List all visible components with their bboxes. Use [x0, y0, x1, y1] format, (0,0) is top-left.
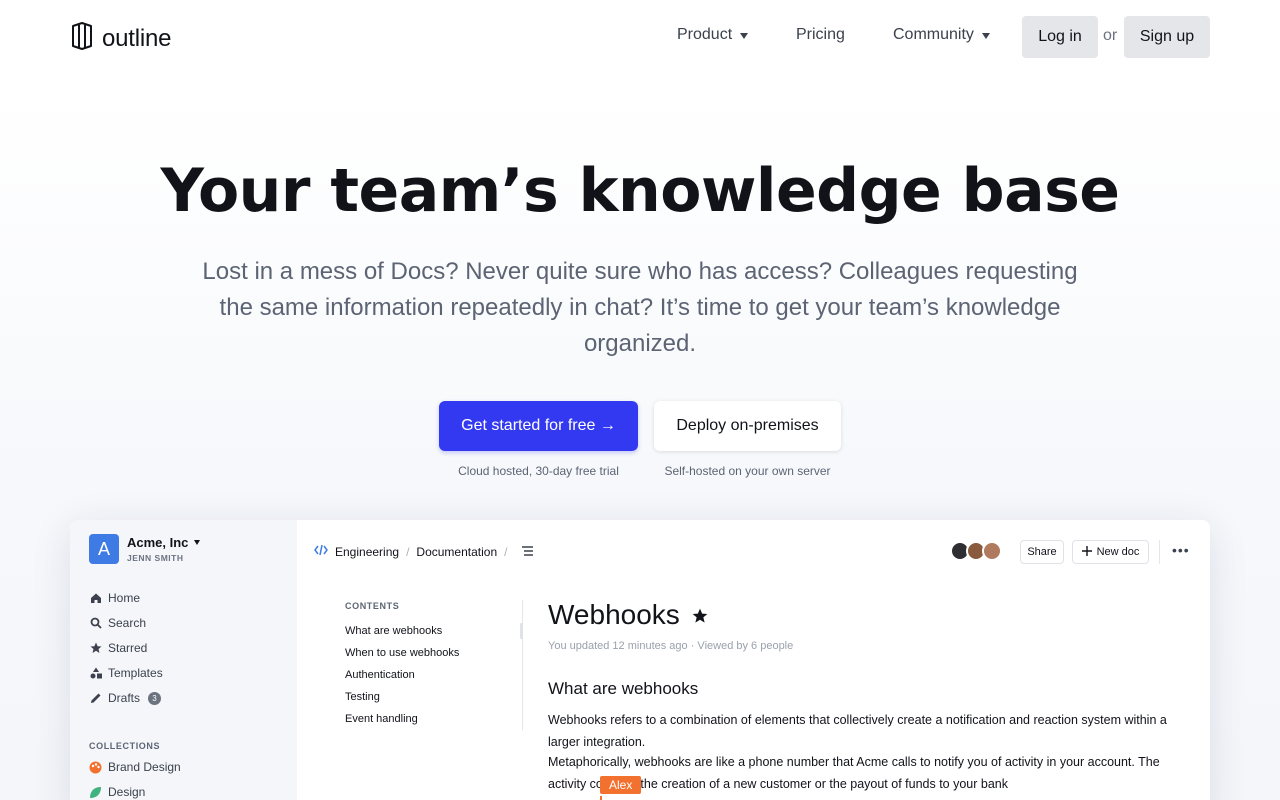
sidebar-item-starred[interactable]: Starred [89, 641, 147, 655]
star-icon[interactable] [692, 599, 708, 631]
toc-item[interactable]: What are webhooks [345, 625, 442, 637]
nav-product-label: Product [677, 26, 733, 43]
sidebar-item-search[interactable]: Search [89, 616, 146, 630]
nav-or-text: or [1103, 27, 1118, 44]
sidebar-item-design[interactable]: Design [89, 785, 145, 799]
toc-item[interactable]: Event handling [345, 713, 418, 725]
toc-item[interactable]: When to use webhooks [345, 647, 459, 659]
logo-text: outline [102, 24, 172, 52]
nav-pricing-label: Pricing [796, 26, 845, 43]
sidebar-item-home[interactable]: Home [89, 591, 140, 605]
sidebar: A Acme, Inc JENN SMITH Home Search Starr… [70, 520, 297, 800]
sidebar-item-label: Templates [108, 666, 163, 680]
cta-primary-note: Cloud hosted, 30-day free trial [458, 464, 619, 478]
doc-title[interactable]: Webhooks [548, 599, 680, 631]
signup-button[interactable]: Sign up [1124, 16, 1210, 58]
team-name: Acme, Inc [127, 535, 189, 550]
chevron-down-icon [740, 33, 749, 39]
sidebar-item-label: Design [108, 785, 146, 799]
share-button[interactable]: Share [1020, 540, 1064, 564]
team-name-row: Acme, Inc [127, 535, 201, 550]
collections-heading: COLLECTIONS [89, 741, 161, 751]
sidebar-item-label: Drafts [108, 691, 141, 705]
deploy-on-premises-button[interactable]: Deploy on-premises [654, 401, 841, 451]
sidebar-item-drafts[interactable]: Drafts 3 [89, 691, 162, 705]
team-switcher[interactable]: A Acme, Inc JENN SMITH [89, 534, 201, 564]
toc-item[interactable]: Authentication [345, 669, 415, 681]
breadcrumb-collection[interactable]: Engineering [335, 545, 399, 559]
hero-title: Your team’s knowledge base [160, 156, 1120, 226]
new-doc-label: New doc [1096, 546, 1140, 558]
cta-secondary-note: Self-hosted on your own server [664, 464, 831, 478]
team-avatar: A [89, 534, 119, 564]
doc-title-row: Webhooks [548, 599, 708, 631]
breadcrumb: Engineering / Documentation / [314, 544, 534, 559]
star-icon [89, 642, 102, 655]
code-icon [314, 544, 328, 559]
new-doc-button[interactable]: New doc [1072, 540, 1149, 564]
collaborator-cursor-label: Alex [600, 776, 642, 794]
toolbar-divider [1159, 540, 1160, 564]
nav-community[interactable]: Community [893, 26, 990, 44]
outline-logo-icon [70, 21, 94, 56]
plus-icon [1081, 545, 1092, 559]
sidebar-item-brand-design[interactable]: Brand Design [89, 760, 181, 774]
toc-heading: CONTENTS [345, 601, 400, 611]
sidebar-item-label: Brand Design [108, 760, 181, 774]
logo[interactable]: outline [70, 21, 172, 56]
breadcrumb-doc[interactable]: Documentation [416, 545, 497, 559]
sidebar-item-label: Starred [108, 641, 148, 655]
toc-scroll-indicator [520, 623, 523, 639]
chevron-down-icon [981, 33, 990, 39]
collaborator-cursor [600, 796, 602, 800]
pencil-icon [89, 692, 102, 705]
sidebar-item-label: Search [108, 616, 147, 630]
chevron-down-icon [194, 540, 201, 545]
leaf-icon [89, 786, 102, 799]
more-icon[interactable]: ••• [1172, 542, 1190, 558]
get-started-button[interactable]: Get started for free → [439, 401, 638, 451]
nav-product[interactable]: Product [677, 26, 749, 44]
sidebar-item-label: Home [108, 591, 141, 605]
drafts-count-badge: 3 [148, 691, 162, 705]
team-user: JENN SMITH [127, 553, 184, 563]
collaborator-avatars [950, 541, 1002, 561]
breadcrumb-separator: / [504, 544, 508, 559]
top-nav: outline Product Pricing Community Log in… [0, 0, 1280, 72]
app-preview: A Acme, Inc JENN SMITH Home Search Starr… [70, 520, 1210, 800]
doc-heading: What are webhooks [548, 679, 699, 698]
doc-meta: You updated 12 minutes ago · Viewed by 6… [548, 640, 794, 652]
nav-pricing[interactable]: Pricing [796, 26, 845, 44]
toc-divider [522, 600, 523, 730]
breadcrumb-separator: / [406, 544, 410, 559]
shapes-icon [89, 667, 102, 680]
home-icon [89, 592, 102, 605]
avatar [982, 541, 1002, 561]
search-icon [89, 617, 102, 630]
nav-community-label: Community [893, 26, 974, 43]
login-button[interactable]: Log in [1022, 16, 1098, 58]
palette-icon [89, 761, 102, 774]
hero-subtitle: Lost in a mess of Docs? Never quite sure… [202, 258, 1078, 357]
doc-paragraph: Webhooks refers to a combination of elem… [548, 713, 1167, 749]
menu-icon[interactable] [522, 545, 534, 559]
toc-item[interactable]: Testing [345, 691, 380, 703]
sidebar-item-templates[interactable]: Templates [89, 666, 163, 680]
